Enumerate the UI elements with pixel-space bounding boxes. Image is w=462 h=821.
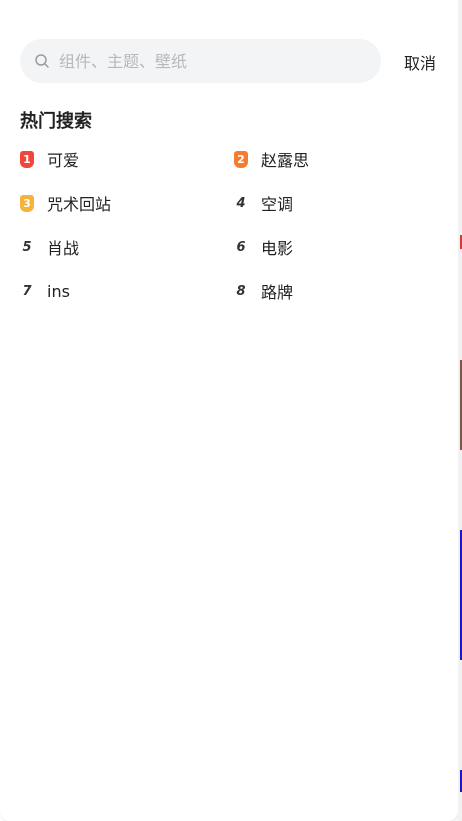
hot-search-item[interactable]: 4 空调 xyxy=(234,189,440,217)
search-icon xyxy=(34,53,50,69)
search-row: 取消 xyxy=(20,39,440,83)
rank-number: 4 xyxy=(236,195,246,211)
hot-search-item[interactable]: 5 肖战 xyxy=(20,233,234,261)
rank-badge: 3 xyxy=(20,194,34,212)
hot-search-label: 电影 xyxy=(261,239,294,258)
hot-search-label: 咒术回站 xyxy=(47,195,112,214)
rank-number: 8 xyxy=(236,283,246,299)
hot-search-item[interactable]: 6 电影 xyxy=(234,233,440,261)
rank-number: 6 xyxy=(236,239,246,255)
hot-search-item[interactable]: 3 咒术回站 xyxy=(20,189,234,217)
hot-search-title: 热门搜索 xyxy=(20,111,92,132)
rank-number: 5 xyxy=(22,239,32,255)
rank-badge: 1 xyxy=(20,150,34,168)
search-panel: 取消 热门搜索 1 可爱 2 赵露思 3 咒术回站 4 空调 5 肖战 6 电影… xyxy=(0,0,458,821)
hot-search-label: 肖战 xyxy=(47,239,80,258)
cancel-button[interactable]: 取消 xyxy=(404,50,436,74)
hot-search-label: ins xyxy=(47,281,70,301)
hot-search-item[interactable]: 2 赵露思 xyxy=(234,145,440,173)
rank-number: 7 xyxy=(22,283,32,299)
hot-search-item[interactable]: 8 路牌 xyxy=(234,277,440,305)
hot-search-label: 路牌 xyxy=(261,283,294,302)
hot-search-item[interactable]: 1 可爱 xyxy=(20,145,234,173)
rank-badge: 2 xyxy=(234,150,248,168)
hot-search-label: 赵露思 xyxy=(261,151,310,170)
hot-search-label: 可爱 xyxy=(47,151,80,170)
hot-search-item[interactable]: 7 ins xyxy=(20,277,234,305)
hot-search-label: 空调 xyxy=(261,195,294,214)
background-page-edge xyxy=(458,0,462,821)
hot-search-list: 1 可爱 2 赵露思 3 咒术回站 4 空调 5 肖战 6 电影 7 ins 8 xyxy=(20,145,440,321)
search-box[interactable] xyxy=(20,39,381,83)
search-input[interactable] xyxy=(59,51,339,71)
